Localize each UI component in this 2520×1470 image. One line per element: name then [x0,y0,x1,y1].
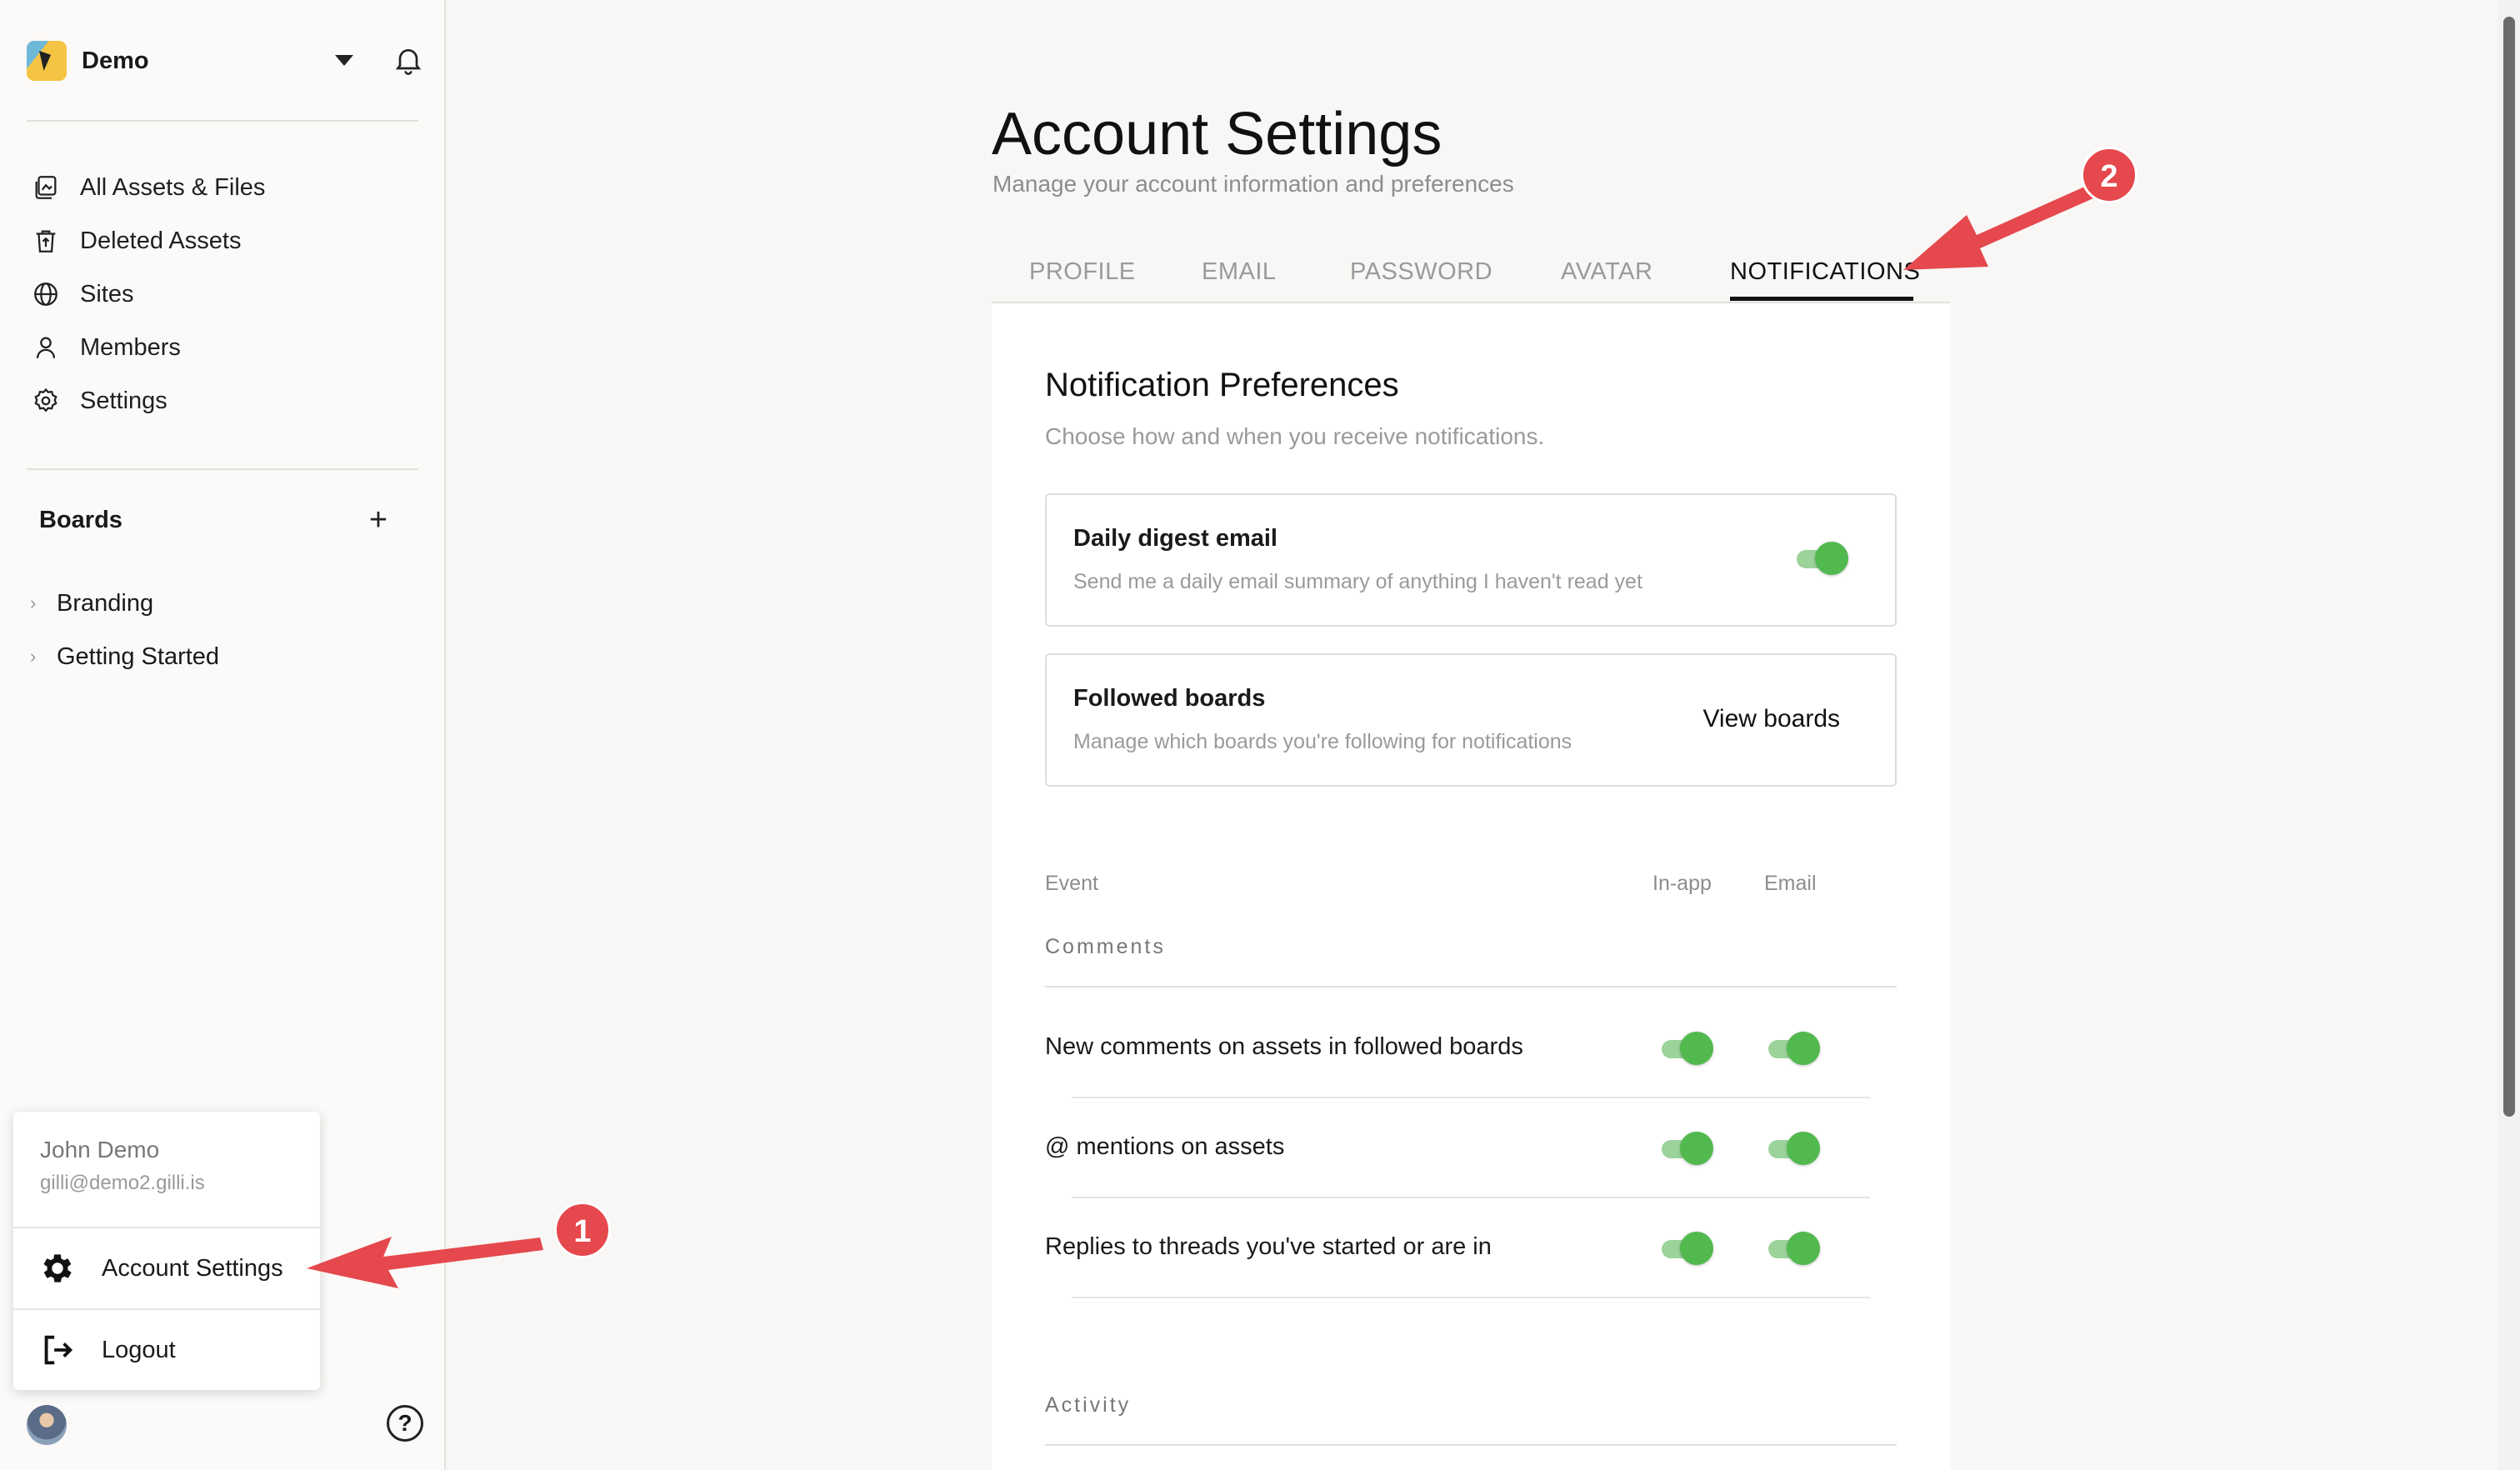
trash-icon [36,230,56,252]
page-subtitle: Manage your account information and pref… [992,171,1514,197]
sidebar-item-members[interactable]: Members [32,328,181,368]
user-menu: John Demo gilli@demo2.gilli.is Account S… [13,1112,320,1390]
board-item-getting-started[interactable]: › Getting Started [30,638,219,675]
workspace-logo [27,41,67,81]
assets-icon [35,176,57,199]
sidebar-item-all-assets[interactable]: All Assets & Files [32,168,265,208]
gear-icon [34,388,58,412]
group-label-comments: Comments [1045,935,1166,958]
avatar[interactable] [27,1405,67,1445]
globe-icon [34,282,58,306]
daily-digest-toggle[interactable] [1797,542,1850,575]
tab-avatar[interactable]: AVATAR [1561,258,1652,286]
view-boards-button[interactable]: View boards [1702,705,1840,733]
nav-label: All Assets & Files [80,173,266,201]
sidebar-item-deleted-assets[interactable]: Deleted Assets [32,221,241,261]
nav-label: Settings [80,387,168,414]
tab-password[interactable]: PASSWORD [1350,258,1492,286]
boards-heading: Boards [39,507,122,533]
step-badge-2: 2 [2081,147,2138,203]
card-subtitle: Manage which boards you're following for… [1073,730,1572,753]
event-row-label: New comments on assets in followed board… [1045,1033,1523,1060]
page-title: Account Settings [992,101,1442,168]
sidebar-divider [27,120,418,122]
row-divider [1072,1297,1870,1298]
sidebar: Demo All Assets & Files Deleted Assets S… [0,0,446,1470]
email-toggle[interactable] [1768,1232,1822,1265]
inapp-toggle[interactable] [1662,1232,1715,1265]
row-divider [1072,1097,1870,1098]
bell-icon[interactable] [392,43,425,77]
workspace-name: Demo [82,47,149,74]
sidebar-divider [27,468,418,470]
tab-profile[interactable]: PROFILE [1029,258,1136,286]
daily-digest-card: Daily digest email Send me a daily email… [1045,493,1897,627]
menu-item-label: Account Settings [102,1254,283,1282]
inapp-toggle[interactable] [1662,1132,1715,1165]
help-icon[interactable]: ? [387,1405,423,1442]
menu-divider [13,1308,320,1310]
section-subtitle: Choose how and when you receive notifica… [1045,423,1545,449]
card-title: Daily digest email [1073,525,1278,552]
account-settings-menu-item[interactable]: Account Settings [38,1245,283,1292]
email-toggle[interactable] [1768,1132,1822,1165]
step-badge-1: 1 [554,1202,611,1258]
card-title: Followed boards [1073,685,1266,712]
gear-icon [43,1254,72,1282]
menu-item-label: Logout [102,1336,176,1363]
scrollbar-thumb[interactable] [2503,17,2515,1117]
tab-notifications[interactable]: NOTIFICATIONS [1730,258,1920,286]
group-divider [1045,1444,1897,1446]
group-label-activity: Activity [1045,1393,1132,1417]
board-item-branding[interactable]: › Branding [30,585,153,622]
row-divider [1072,1197,1870,1198]
nav-label: Sites [80,280,134,308]
nav-label: Deleted Assets [80,227,242,254]
column-header-email: Email [1764,872,1817,895]
workspace-switcher[interactable]: Demo [27,40,422,82]
section-title: Notification Preferences [1045,367,1399,403]
column-header-inapp: In-app [1652,872,1712,895]
user-email: gilli@demo2.gilli.is [40,1172,205,1194]
chevron-right-icon[interactable]: › [30,646,45,668]
card-subtitle: Send me a daily email summary of anythin… [1073,570,1642,593]
chevron-right-icon[interactable]: › [30,592,45,614]
group-divider [1045,986,1897,988]
tab-email[interactable]: EMAIL [1202,258,1277,286]
logout-icon [44,1335,73,1365]
logout-menu-item[interactable]: Logout [38,1327,176,1373]
add-board-button[interactable]: + [364,504,392,536]
board-label: Branding [57,589,154,617]
event-row-label: Replies to threads you've started or are… [1045,1233,1492,1260]
menu-divider [13,1227,320,1228]
email-toggle[interactable] [1768,1032,1822,1065]
event-row-label: @ mentions on assets [1045,1133,1285,1160]
caret-down-icon[interactable] [335,55,353,66]
nav-label: Members [80,333,181,361]
sidebar-item-sites[interactable]: Sites [32,274,133,314]
active-tab-indicator [1730,297,1913,301]
board-label: Getting Started [57,642,220,670]
column-header-event: Event [1045,872,1098,895]
user-name: John Demo [40,1137,160,1162]
inapp-toggle[interactable] [1662,1032,1715,1065]
person-icon [36,337,56,358]
sidebar-item-settings[interactable]: Settings [32,381,168,421]
followed-boards-card: Followed boards Manage which boards you'… [1045,653,1897,787]
